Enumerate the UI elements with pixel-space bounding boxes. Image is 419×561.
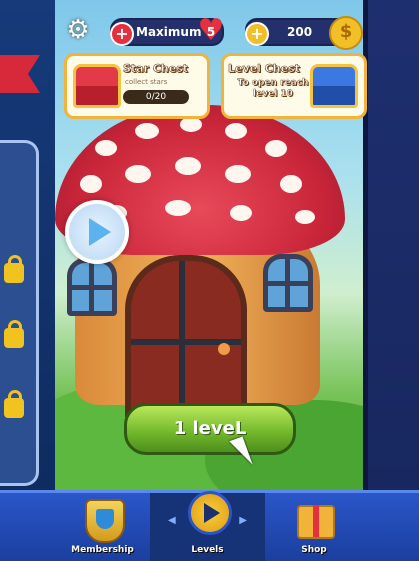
side-level-list bbox=[0, 140, 39, 486]
blue-chest-icon bbox=[310, 64, 358, 108]
tab-levels-label: Levels bbox=[191, 545, 224, 555]
tab-membership[interactable]: Membership bbox=[55, 493, 150, 561]
house-window bbox=[263, 254, 313, 312]
lock-icon bbox=[4, 320, 24, 348]
gift-box-icon bbox=[297, 505, 335, 539]
dollar-coin-icon: $ bbox=[329, 16, 363, 50]
health-label: Maximum bbox=[136, 25, 202, 39]
tab-levels[interactable]: ◀ ▶ Levels bbox=[150, 491, 265, 561]
play-icon bbox=[188, 491, 232, 535]
door-knob bbox=[218, 343, 230, 355]
add-coins-button[interactable]: + bbox=[245, 22, 269, 46]
lock-icon bbox=[4, 390, 24, 418]
left-side-panel bbox=[0, 0, 55, 561]
house-door bbox=[125, 255, 247, 417]
level-chest-description: To open reach level 10 bbox=[237, 78, 309, 99]
top-hud: ⚙ + Maximum ♥ 5 + 200 $ bbox=[55, 10, 363, 50]
coin-count: 200 bbox=[287, 25, 313, 39]
lock-icon bbox=[4, 255, 24, 283]
left-arrow-icon[interactable]: ◀ bbox=[168, 515, 176, 526]
coin-counter: + 200 $ bbox=[245, 16, 363, 50]
bottom-nav: Membership ◀ ▶ Levels Shop bbox=[0, 490, 419, 561]
level-chest-card[interactable]: Level Chest To open reach level 10 bbox=[221, 53, 367, 119]
health-counter: + Maximum ♥ 5 bbox=[110, 13, 225, 48]
star-chest-progress: 0/20 bbox=[123, 90, 189, 104]
heart-icon: ♥ 5 bbox=[197, 13, 225, 48]
ribbon-decoration bbox=[0, 55, 40, 93]
level-chest-title: Level Chest bbox=[228, 62, 300, 76]
right-arrow-icon[interactable]: ▶ bbox=[239, 515, 247, 526]
star-chest-card[interactable]: Star Chest collect stars 0/20 bbox=[64, 53, 210, 119]
house-window bbox=[67, 258, 117, 316]
add-health-button[interactable]: + bbox=[110, 22, 134, 46]
right-side-panel bbox=[363, 0, 419, 561]
health-count: 5 bbox=[206, 25, 216, 39]
tab-membership-label: Membership bbox=[71, 545, 134, 555]
play-level-button[interactable]: 1 leveL bbox=[124, 403, 296, 455]
gear-icon[interactable]: ⚙ bbox=[65, 17, 91, 43]
play-arrow-icon[interactable] bbox=[65, 200, 129, 264]
star-chest-title: Star Chest bbox=[123, 62, 189, 76]
tab-shop[interactable]: Shop bbox=[265, 493, 363, 561]
game-screen: ⚙ + Maximum ♥ 5 + 200 $ Star Chest collec… bbox=[0, 0, 419, 561]
star-chest-subtitle: collect stars bbox=[125, 78, 168, 86]
shield-icon bbox=[85, 499, 125, 543]
tab-shop-label: Shop bbox=[301, 545, 327, 555]
red-chest-icon bbox=[73, 64, 121, 108]
